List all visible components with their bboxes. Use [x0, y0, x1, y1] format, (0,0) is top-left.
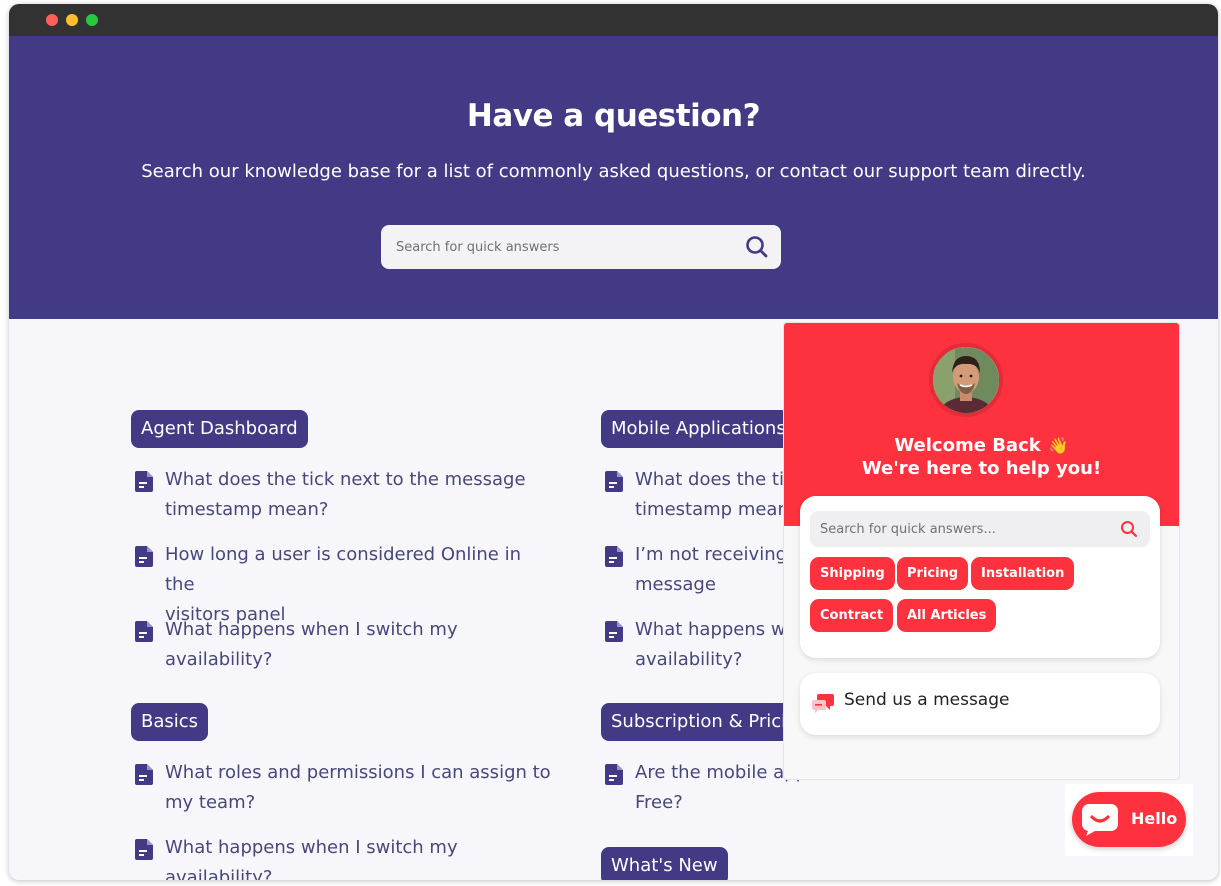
welcome-heading: Welcome Back 👋 [894, 435, 1069, 456]
page-title: Have a question? [466, 98, 761, 134]
document-icon [605, 621, 623, 642]
chat-launcher-button[interactable]: Hello [1072, 792, 1186, 847]
document-icon [135, 621, 153, 642]
article-title-line: Free? [635, 792, 683, 813]
article-link[interactable]: What happens when I switch my availabili… [131, 615, 551, 675]
widget-search-input[interactable] [810, 511, 1110, 547]
hero-search-bar [381, 225, 781, 269]
support-widget: Welcome Back👋 We're here to help you! Sh… [783, 322, 1180, 780]
widget-search-bar [810, 511, 1150, 547]
window-titlebar [9, 4, 1218, 36]
minimize-window-button[interactable] [66, 14, 78, 26]
chat-icon [1082, 804, 1118, 836]
document-icon [605, 546, 623, 567]
article-link[interactable]: What happens when I switch my availabili… [131, 833, 551, 880]
launcher-label: Hello [1131, 809, 1178, 828]
document-icon [605, 471, 623, 492]
welcome-subheading: We're here to help you! [861, 458, 1102, 479]
chat-bubbles-icon [812, 694, 834, 713]
agent-photo [933, 347, 999, 413]
quick-answers-card: Shipping Pricing Installation Contract A… [800, 496, 1160, 658]
article-title-line: availability? [165, 867, 273, 880]
tag-installation[interactable]: Installation [971, 557, 1075, 590]
article-title-line: my team? [165, 792, 256, 813]
article-title-line: What happens when I switch my [165, 837, 458, 858]
close-window-button[interactable] [46, 14, 58, 26]
article-title-line: What does the tick next to the message [165, 469, 526, 490]
document-icon [135, 471, 153, 492]
category-whats-new[interactable]: What's New [601, 847, 728, 880]
send-message-button[interactable]: Send us a message [800, 673, 1160, 735]
document-icon [135, 764, 153, 785]
tag-contract[interactable]: Contract [810, 599, 894, 632]
article-link[interactable]: What roles and permissions I can assign … [131, 758, 551, 818]
document-icon [135, 546, 153, 567]
hero-banner: Have a question? Search our knowledge ba… [9, 36, 1218, 319]
waving-hand-icon: 👋 [1048, 436, 1069, 455]
category-mobile-applications[interactable]: Mobile Applications [601, 410, 796, 448]
category-basics[interactable]: Basics [131, 703, 209, 741]
article-title-line: What happens when I switch my [165, 619, 458, 640]
category-agent-dashboard[interactable]: Agent Dashboard [131, 410, 308, 448]
article-title-line: What roles and permissions I can assign … [165, 762, 551, 783]
tag-shipping[interactable]: Shipping [810, 557, 895, 590]
search-icon[interactable] [745, 235, 769, 259]
document-icon [605, 764, 623, 785]
hero-search-input[interactable] [381, 225, 731, 269]
page-subtitle: Search our knowledge base for a list of … [141, 161, 1086, 182]
avatar [929, 343, 1003, 417]
article-title-line: How long a user is considered Online in … [165, 544, 522, 595]
tag-pricing[interactable]: Pricing [897, 557, 969, 590]
tag-all-articles[interactable]: All Articles [897, 599, 997, 632]
search-icon[interactable] [1120, 520, 1138, 538]
article-link[interactable]: What does the tick next to the message t… [131, 465, 551, 525]
send-message-label: Send us a message [844, 690, 1010, 710]
article-title-line: timestamp mean? [165, 499, 329, 520]
article-title-line: availability? [165, 649, 273, 670]
maximize-window-button[interactable] [86, 14, 98, 26]
document-icon [135, 839, 153, 860]
